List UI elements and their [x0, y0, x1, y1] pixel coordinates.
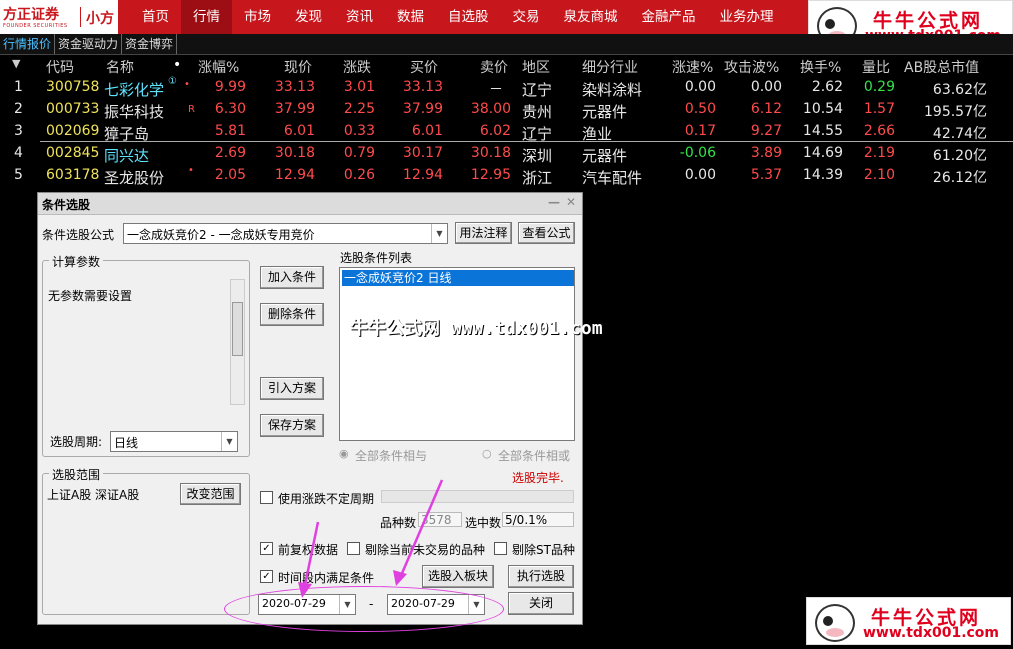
cow-icon — [815, 604, 855, 642]
watermark-logo-bottom: 牛牛公式网 www.tdx001.com — [806, 597, 1011, 645]
annotation-arrows — [298, 479, 444, 598]
watermark-url: www.tdx001.com — [863, 625, 1000, 641]
